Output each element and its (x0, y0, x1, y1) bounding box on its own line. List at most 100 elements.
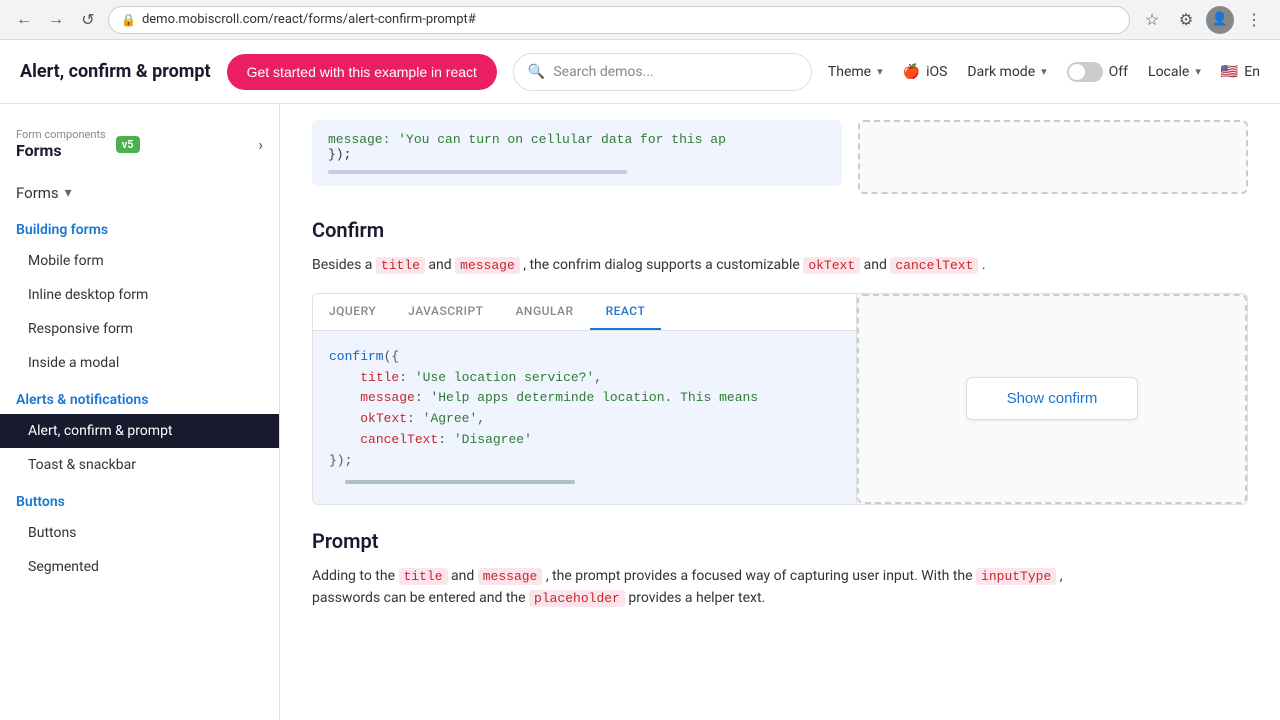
darkmode-state: Off (1109, 64, 1128, 80)
reload-button[interactable]: ↺ (76, 8, 100, 32)
code-tabs-wrapper: JQUERY JAVASCRIPT ANGULAR REACT confirm(… (312, 293, 1248, 505)
header-right: Theme ▾ 🍎 iOS Dark mode ▾ Off Locale ▾ 🇺… (828, 62, 1260, 82)
search-icon: 🔍 (528, 64, 545, 80)
top-code-closing: }); (328, 147, 351, 162)
forms-dropdown[interactable]: Forms ▾ (0, 176, 279, 210)
prompt-message-code: message (478, 568, 543, 585)
confirm-oktext-code: okText (803, 257, 860, 274)
confirm-description: Besides a title and message , the confri… (312, 254, 1248, 277)
preview-dashed: Show confirm (857, 294, 1247, 504)
confirm-desc-mid: , the confrim dialog supports a customiz… (523, 257, 800, 273)
prompt-section-title: Prompt (312, 529, 1248, 553)
version-badge: v5 (116, 136, 140, 153)
darkmode-toggle[interactable] (1067, 62, 1103, 82)
sidebar-item-mobile-form[interactable]: Mobile form (0, 244, 279, 278)
confirm-desc-end: . (982, 257, 986, 273)
search-bar[interactable]: 🔍 Search demos... (513, 53, 812, 91)
main-layout: Form components Forms v5 › Forms ▾ Build… (0, 104, 1280, 720)
sidebar-item-toast[interactable]: Toast & snackbar (0, 448, 279, 482)
forms-label: Forms (16, 184, 59, 202)
locale-chevron: ▾ (1195, 65, 1201, 78)
theme-control[interactable]: Theme ▾ (828, 64, 883, 80)
confirm-and1: and (428, 257, 451, 273)
forms-chevron: ▾ (65, 185, 72, 201)
prompt-placeholder-code: placeholder (529, 590, 625, 607)
confirm-desc-pre: Besides a (312, 257, 372, 273)
top-preview-panel (858, 120, 1248, 194)
theme-label: Theme (828, 64, 871, 80)
sidebar: Form components Forms v5 › Forms ▾ Build… (0, 104, 280, 720)
top-code-section: message: 'You can turn on cellular data … (312, 120, 1248, 194)
prompt-desc-pre: Adding to the (312, 568, 395, 584)
browser-chrome: ← → ↺ 🔒 demo.mobiscroll.com/react/forms/… (0, 0, 1280, 40)
address-bar[interactable]: 🔒 demo.mobiscroll.com/react/forms/alert-… (108, 6, 1130, 34)
darkmode-control[interactable]: Dark mode ▾ (967, 64, 1046, 80)
prompt-and: and (451, 568, 474, 584)
browser-actions: ☆ ⚙ 👤 ⋮ (1138, 6, 1268, 34)
apple-icon: 🍎 (903, 64, 920, 80)
tab-javascript[interactable]: JAVASCRIPT (392, 294, 499, 330)
top-header: Alert, confirm & prompt Get started with… (0, 40, 1280, 104)
confirm-title-code: title (376, 257, 425, 274)
confirm-message-code: message (455, 257, 520, 274)
avatar: 👤 (1206, 6, 1234, 34)
code-panel: JQUERY JAVASCRIPT ANGULAR REACT confirm(… (313, 294, 857, 504)
page-title: Alert, confirm & prompt (20, 61, 211, 82)
show-confirm-button[interactable]: Show confirm (966, 377, 1139, 420)
menu-button[interactable]: ⋮ (1240, 6, 1268, 34)
prompt-description: Adding to the title and message , the pr… (312, 565, 1248, 611)
tab-angular[interactable]: ANGULAR (499, 294, 589, 330)
theme-value: iOS (926, 64, 947, 80)
tabs-header: JQUERY JAVASCRIPT ANGULAR REACT (313, 294, 856, 331)
locale-control[interactable]: Locale ▾ (1148, 64, 1201, 80)
prompt-desc-mid2: , (1060, 568, 1063, 584)
sidebar-item-segmented[interactable]: Segmented (0, 550, 279, 584)
locale-value-group: 🇺🇸 En (1221, 64, 1260, 80)
alerts-header: Alerts & notifications (0, 380, 279, 414)
top-code-text: message: 'You can turn on cellular data … (328, 132, 726, 147)
back-button[interactable]: ← (12, 8, 36, 32)
tab-jquery[interactable]: JQUERY (313, 294, 392, 330)
code-scrollbar-h (345, 480, 575, 484)
sidebar-brand: Form components Forms v5 › (0, 120, 279, 176)
sidebar-item-inline-desktop[interactable]: Inline desktop form (0, 278, 279, 312)
sidebar-item-inside-modal[interactable]: Inside a modal (0, 346, 279, 380)
brand-title: Forms (16, 141, 106, 160)
prompt-desc-final: provides a helper text. (628, 590, 765, 606)
prompt-desc-end: passwords can be entered and the (312, 590, 526, 606)
theme-value-group: 🍎 iOS (903, 64, 948, 80)
darkmode-chevron: ▾ (1041, 65, 1047, 78)
theme-chevron: ▾ (877, 65, 883, 78)
darkmode-toggle-group: Off (1067, 62, 1128, 82)
locale-label: Locale (1148, 64, 1189, 80)
darkmode-label: Dark mode (967, 64, 1035, 80)
flag-icon: 🇺🇸 (1221, 64, 1238, 80)
url-text: demo.mobiscroll.com/react/forms/alert-co… (142, 12, 476, 27)
content-area: message: 'You can turn on cellular data … (280, 104, 1280, 720)
code-body: confirm({ title: 'Use location service?'… (313, 331, 856, 504)
sidebar-item-responsive-form[interactable]: Responsive form (0, 312, 279, 346)
confirm-canceltext-code: cancelText (890, 257, 978, 274)
expand-icon[interactable]: › (258, 135, 263, 154)
prompt-desc-mid: , the prompt provides a focused way of c… (546, 568, 973, 584)
lock-icon: 🔒 (121, 13, 136, 27)
code-scrollbar (328, 170, 627, 174)
confirm-section-title: Confirm (312, 218, 1248, 242)
brand-subtitle: Form components (16, 128, 106, 141)
building-forms-header: Building forms (0, 210, 279, 244)
prompt-inputtype-code: inputType (976, 568, 1056, 585)
extensions-button[interactable]: ⚙ (1172, 6, 1200, 34)
confirm-and2: and (864, 257, 887, 273)
prompt-title-code: title (399, 568, 448, 585)
locale-value: En (1244, 64, 1260, 80)
tab-react[interactable]: REACT (590, 294, 662, 330)
brand-text: Form components Forms (16, 128, 106, 160)
top-code-block: message: 'You can turn on cellular data … (312, 120, 842, 186)
buttons-header: Buttons (0, 482, 279, 516)
sidebar-item-alert-confirm[interactable]: Alert, confirm & prompt (0, 414, 279, 448)
forward-button[interactable]: → (44, 8, 68, 32)
bookmark-button[interactable]: ☆ (1138, 6, 1166, 34)
sidebar-item-buttons[interactable]: Buttons (0, 516, 279, 550)
cta-button[interactable]: Get started with this example in react (227, 54, 497, 90)
search-placeholder: Search demos... (553, 64, 653, 80)
